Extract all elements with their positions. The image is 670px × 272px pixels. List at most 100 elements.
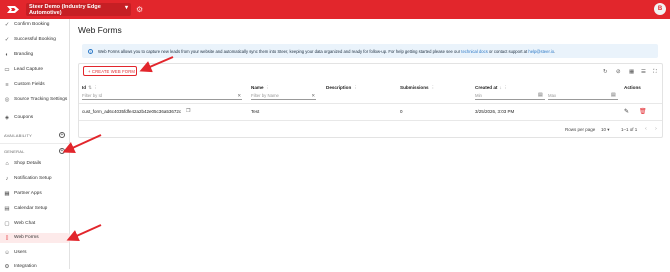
sidebar-item-users[interactable]: ☺ Users: [0, 248, 70, 258]
sidebar-item-notification-setup[interactable]: ♪ Notification Setup: [0, 174, 70, 184]
calendar-icon[interactable]: ▤: [611, 92, 616, 98]
row-divider: [79, 120, 662, 121]
users-icon: ☺: [4, 250, 10, 256]
column-header-created-at[interactable]: Created at ↓ ⋮: [475, 85, 508, 91]
integration-icon: ⚙: [4, 264, 10, 270]
sidebar-item-web-chat[interactable]: ▢ Web Chat: [0, 219, 70, 229]
refresh-icon[interactable]: ↻: [603, 69, 608, 75]
sidebar-item-lead-capture[interactable]: ▭ Lead Capture: [0, 65, 70, 75]
pagination-range: 1–1 of 1: [621, 127, 638, 132]
sidebar-item-label: Coupons: [14, 115, 34, 120]
rows-per-page-label: Rows per page: [565, 127, 596, 132]
delete-trash-icon[interactable]: 🗑: [639, 108, 647, 115]
page-title: Web Forms: [78, 25, 122, 35]
coupon-icon: ◈: [4, 115, 10, 121]
sidebar-item-label: Confirm Booking: [14, 22, 50, 27]
column-header-id[interactable]: Id ⇅ ⋮: [82, 85, 98, 91]
info-text-end: .: [554, 48, 556, 54]
filter-id-input[interactable]: Filter by Id ✕: [82, 92, 242, 100]
sidebar-item-web-forms[interactable]: ▯ Web Forms: [0, 233, 70, 243]
list-icon: ≡: [5, 82, 9, 88]
expand-availability-icon[interactable]: +: [59, 132, 65, 138]
sidebar-item-label: Successful Booking: [14, 37, 56, 42]
chat-icon: ▢: [4, 221, 10, 227]
sidebar-item-label: Custom Fields: [14, 82, 45, 87]
columns-icon[interactable]: ▦: [629, 69, 634, 75]
settings-gear-icon[interactable]: ⚙: [136, 4, 143, 15]
account-selector[interactable]: Steer Demo (Industry Edge Automotive) ▾: [26, 3, 131, 16]
info-text: Web Forms allows you to capture new lead…: [98, 48, 461, 54]
check-circle-icon: ✓: [4, 22, 10, 28]
bell-icon: ♪: [5, 176, 9, 182]
form-icon: ▯: [5, 235, 9, 241]
edit-pencil-icon[interactable]: ✎: [624, 108, 629, 115]
cell-created-at: 3/25/2026, 3:03 PM: [475, 109, 515, 114]
section-label-availability: AVAILABILITY: [4, 133, 33, 138]
cell-id: cust_form_ad6c4035fdfe42a2b42e05c36a5367…: [82, 109, 182, 114]
sidebar-item-label: Shop Details: [14, 161, 42, 166]
filter-created-max-input[interactable]: Max: [548, 92, 618, 100]
calendar-icon[interactable]: ▤: [538, 92, 543, 98]
header-divider: [79, 103, 662, 104]
filter-name-input[interactable]: Filter by Name ✕: [251, 92, 316, 100]
next-page-icon[interactable]: ›: [655, 126, 657, 132]
column-header-description[interactable]: Description ⋮: [326, 85, 358, 91]
cell-name: Test: [251, 109, 260, 114]
rows-per-page-select[interactable]: 10 ▾: [601, 127, 610, 133]
info-icon: i: [88, 48, 93, 54]
card-icon: ▭: [4, 67, 10, 73]
info-text-middle: or contact support at: [489, 48, 528, 54]
palette-icon: ◐: [5, 52, 9, 58]
arrow-to-web-forms: [66, 224, 102, 242]
clear-icon[interactable]: ✕: [237, 92, 241, 99]
column-header-submissions[interactable]: Submissions ⋮: [400, 85, 435, 91]
sidebar-item-label: Lead Capture: [14, 67, 44, 72]
clear-filter-icon[interactable]: ⊘: [616, 69, 621, 75]
sidebar-item-label: Branding: [14, 52, 34, 57]
sidebar-item-partner-apps[interactable]: ▦ Partner Apps: [0, 189, 70, 199]
sidebar-item-label: Integration: [14, 264, 37, 269]
tracking-icon: ◎: [4, 97, 10, 103]
chevron-down-icon: ▾: [124, 5, 128, 11]
calendar-icon: ▤: [4, 206, 10, 212]
sidebar-item-label: Web Chat: [14, 221, 36, 226]
shop-icon: ⌂: [5, 161, 9, 167]
sidebar-item-calendar-setup[interactable]: ▤ Calendar Setup: [0, 204, 70, 214]
section-label-general: GENERAL: [4, 149, 25, 154]
sidebar-item-label: Web Forms: [14, 235, 39, 240]
filter-created-min-input[interactable]: Min: [475, 92, 545, 100]
previous-page-icon[interactable]: ‹: [645, 126, 647, 132]
sidebar-item-label: Source Tracking Settings: [14, 97, 68, 102]
sidebar-item-custom-fields[interactable]: ≡ Custom Fields: [0, 80, 70, 90]
column-header-name[interactable]: Name ⋮: [251, 85, 270, 91]
grid-icon: ▦: [4, 191, 10, 197]
create-web-form-button[interactable]: + CREATE WEB FORM: [83, 66, 137, 76]
technical-docs-link[interactable]: technical docs: [461, 49, 488, 54]
info-banner: i Web Forms allows you to capture new le…: [82, 44, 658, 58]
account-name: Steer Demo (Industry Edge Automotive): [29, 3, 101, 16]
density-icon[interactable]: ☰: [641, 69, 646, 75]
sidebar-item-integration[interactable]: ⚙ Integration: [0, 262, 70, 272]
sidebar-item-label: Users: [14, 250, 27, 255]
copy-icon[interactable]: ❐: [186, 108, 190, 114]
check-circle-icon: ✓: [4, 37, 10, 43]
clear-icon[interactable]: ✕: [311, 92, 315, 99]
column-header-actions: Actions: [624, 85, 641, 90]
fullscreen-icon[interactable]: ⛶: [653, 69, 657, 75]
sidebar-item-confirm-booking[interactable]: ✓ Confirm Booking: [0, 20, 70, 30]
sidebar-item-successful-booking[interactable]: ✓ Successful Booking: [0, 35, 70, 45]
sidebar-item-label: Partner Apps: [14, 191, 42, 196]
cell-submissions: 0: [400, 109, 403, 114]
sidebar-item-label: Notification Setup: [14, 176, 52, 181]
support-email-link[interactable]: help@steer.io: [528, 49, 554, 54]
top-bar: Steer Demo (Industry Edge Automotive) ▾ …: [0, 0, 670, 19]
sidebar-item-label: Calendar Setup: [14, 206, 48, 211]
sidebar-item-shop-details[interactable]: ⌂ Shop Details: [0, 159, 70, 169]
sidebar-item-coupons[interactable]: ◈ Coupons: [0, 113, 70, 123]
sidebar-item-branding[interactable]: ◐ Branding: [0, 50, 70, 60]
sidebar-divider: [0, 143, 70, 144]
sidebar-item-source-tracking-settings[interactable]: ◎ Source Tracking Settings: [0, 94, 70, 106]
steer-logo[interactable]: [6, 5, 20, 14]
expand-general-icon[interactable]: +: [59, 148, 65, 154]
user-avatar[interactable]: B: [654, 3, 666, 15]
